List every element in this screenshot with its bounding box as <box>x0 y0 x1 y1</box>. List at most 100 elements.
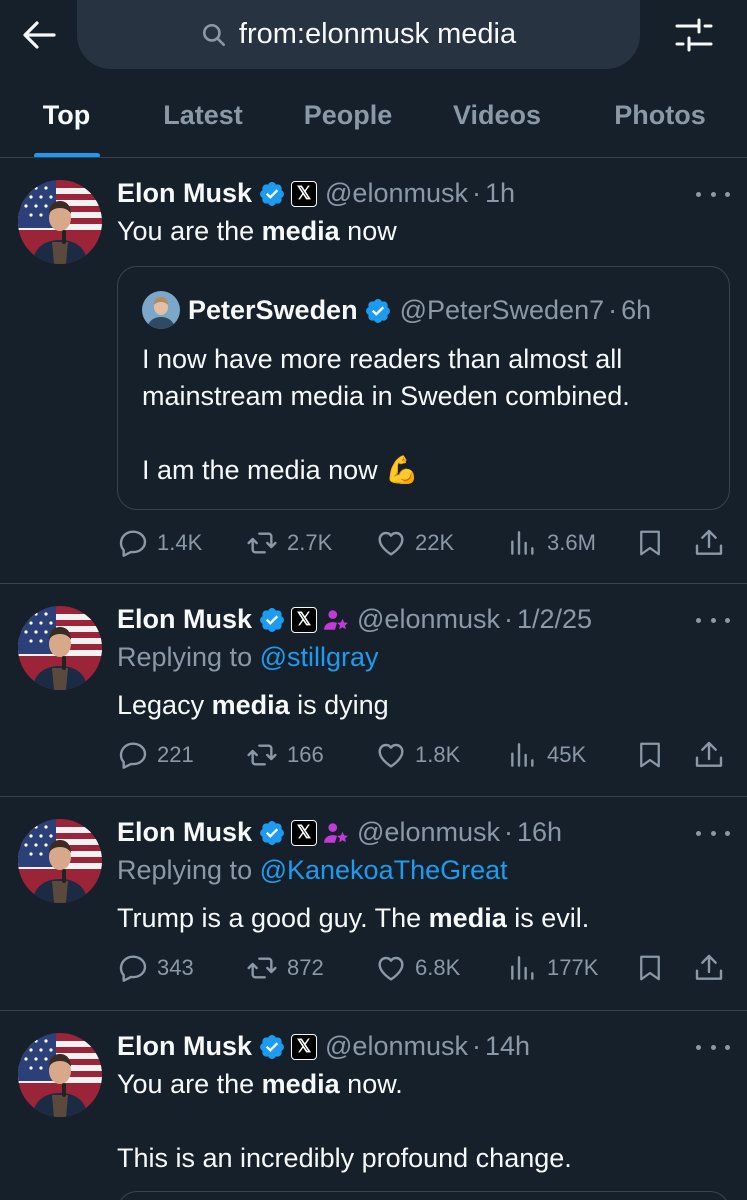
search-query: from:elonmusk media <box>238 18 517 50</box>
verified-icon <box>364 297 392 325</box>
post[interactable]: Elon Musk 𝕏 @elonmusk · 1h You are the m… <box>0 158 747 583</box>
more-icon[interactable] <box>696 823 730 843</box>
more-icon[interactable] <box>696 610 730 630</box>
share-icon <box>693 527 725 559</box>
post-time[interactable]: 14h <box>485 1031 530 1062</box>
quoted-post[interactable]: PeterSweden @PeterSweden7 · 6h I now hav… <box>117 266 730 510</box>
author-name[interactable]: Elon Musk <box>117 178 252 209</box>
share-button[interactable] <box>693 735 725 775</box>
replying-to: Replying to @stillgray <box>117 642 379 672</box>
avatar[interactable] <box>18 1033 102 1117</box>
affiliate-icon[interactable] <box>323 607 349 633</box>
x-badge-icon[interactable]: 𝕏 <box>291 1033 318 1060</box>
repost-button[interactable]: 872 <box>245 948 324 988</box>
bookmark-icon <box>635 739 665 771</box>
bookmark-button[interactable] <box>635 948 665 988</box>
post-text: You are the media now <box>117 216 397 246</box>
avatar[interactable] <box>18 819 102 903</box>
quoted-post-text: I now have more readers than almost all … <box>142 344 630 485</box>
like-button[interactable]: 1.8K <box>375 735 460 775</box>
like-icon <box>375 739 407 771</box>
post[interactable]: Elon Musk 𝕏 @elonmusk · 14h You are the … <box>0 1011 747 1200</box>
verified-icon <box>258 1033 286 1061</box>
verified-icon <box>258 180 286 208</box>
reply-icon <box>117 952 149 984</box>
reply-button[interactable]: 343 <box>117 948 194 988</box>
like-button[interactable]: 22K <box>375 523 454 563</box>
share-button[interactable] <box>693 523 725 563</box>
post-header: Elon Musk 𝕏 @elonmusk · 16h <box>117 817 563 848</box>
author-handle[interactable]: @elonmusk <box>357 604 500 635</box>
like-button[interactable]: 6.8K <box>375 948 460 988</box>
author-handle[interactable]: @elonmusk <box>357 817 500 848</box>
quoted-post-header: PeterSweden @PeterSweden7 · 6h <box>188 295 652 325</box>
search-icon <box>202 23 225 46</box>
affiliate-icon[interactable] <box>323 820 349 846</box>
replying-to-link[interactable]: @stillgray <box>260 642 379 672</box>
media-card-edge[interactable] <box>117 1191 730 1200</box>
back-button[interactable] <box>16 12 62 58</box>
share-icon <box>693 739 725 771</box>
views-button[interactable]: 177K <box>507 948 598 988</box>
reply-icon <box>117 527 149 559</box>
filter-button[interactable] <box>670 12 718 58</box>
more-icon[interactable] <box>696 184 730 204</box>
post-time[interactable]: 16h <box>517 817 562 848</box>
search-input[interactable]: from:elonmusk media <box>77 0 640 69</box>
x-badge-icon[interactable]: 𝕏 <box>291 819 318 846</box>
filter-sliders-icon <box>675 18 713 52</box>
repost-icon <box>245 739 279 771</box>
avatar[interactable] <box>18 180 102 264</box>
views-button[interactable]: 3.6M <box>507 523 596 563</box>
views-icon <box>507 739 539 771</box>
reply-button[interactable]: 221 <box>117 735 194 775</box>
tab-videos[interactable]: Videos <box>437 86 557 158</box>
x-badge-icon[interactable]: 𝕏 <box>291 606 318 633</box>
author-handle[interactable]: @elonmusk <box>325 178 468 209</box>
bookmark-button[interactable] <box>635 523 665 563</box>
repost-icon <box>245 527 279 559</box>
reply-button[interactable]: 1.4K <box>117 523 202 563</box>
more-icon[interactable] <box>696 1037 730 1057</box>
back-arrow-icon <box>23 21 56 49</box>
author-name[interactable]: Elon Musk <box>117 604 252 635</box>
quoted-avatar <box>142 291 180 329</box>
post-header: Elon Musk 𝕏 @elonmusk · 14h <box>117 1031 531 1062</box>
avatar[interactable] <box>18 606 102 690</box>
quoted-author-handle: @PeterSweden7 <box>399 295 605 325</box>
quoted-author-name: PeterSweden <box>188 295 358 325</box>
post-header: Elon Musk 𝕏 @elonmusk · 1/2/25 <box>117 604 593 635</box>
repost-button[interactable]: 166 <box>245 735 324 775</box>
author-name[interactable]: Elon Musk <box>117 1031 252 1062</box>
views-button[interactable]: 45K <box>507 735 586 775</box>
post-time[interactable]: 1h <box>485 178 515 209</box>
post-text: You are the media now. This is an incred… <box>117 1069 572 1173</box>
share-button[interactable] <box>693 948 725 988</box>
post-time[interactable]: 1/2/25 <box>517 604 592 635</box>
verified-icon <box>258 819 286 847</box>
like-icon <box>375 527 407 559</box>
bookmark-button[interactable] <box>635 735 665 775</box>
search-header: from:elonmusk media Top Latest People Vi… <box>0 0 747 158</box>
like-icon <box>375 952 407 984</box>
author-handle[interactable]: @elonmusk <box>325 1031 468 1062</box>
x-badge-icon[interactable]: 𝕏 <box>291 180 318 207</box>
replying-to: Replying to @KanekoaTheGreat <box>117 855 508 885</box>
separator-dot: · <box>471 178 481 208</box>
post-actions: 1.4K 2.7K 22K 3.6M <box>117 523 729 563</box>
post[interactable]: Elon Musk 𝕏 @elonmusk · 1/2/25 Replying … <box>0 584 747 796</box>
author-name[interactable]: Elon Musk <box>117 817 252 848</box>
repost-icon <box>245 952 279 984</box>
tab-photos[interactable]: Photos <box>598 86 722 158</box>
post-actions: 343 872 6.8K 177K <box>117 948 729 988</box>
search-tabs: Top Latest People Videos Photos <box>0 86 747 158</box>
post-text: Legacy media is dying <box>117 690 389 720</box>
quoted-post-time: 6h <box>621 295 652 325</box>
post[interactable]: Elon Musk 𝕏 @elonmusk · 16h Replying to … <box>0 797 747 1010</box>
tab-people[interactable]: People <box>288 86 408 158</box>
verified-icon <box>258 606 286 634</box>
replying-to-link[interactable]: @KanekoaTheGreat <box>260 855 508 885</box>
tab-latest[interactable]: Latest <box>143 86 263 158</box>
tab-top[interactable]: Top <box>18 86 115 158</box>
repost-button[interactable]: 2.7K <box>245 523 332 563</box>
